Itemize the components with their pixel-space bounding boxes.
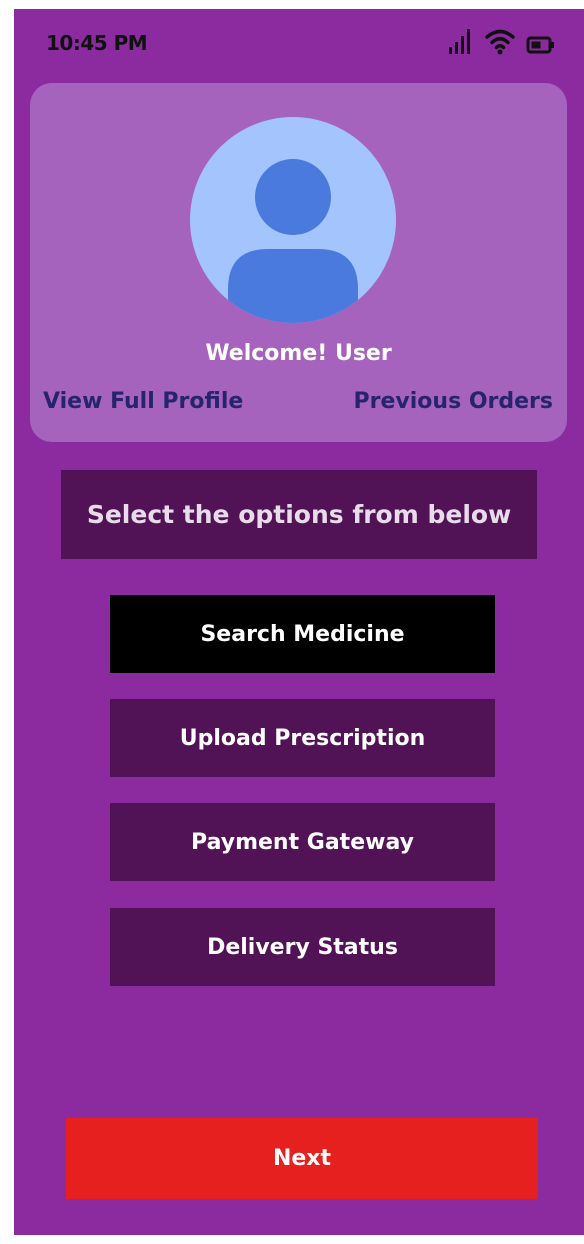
- previous-orders-link[interactable]: Previous Orders: [354, 389, 553, 414]
- status-bar: 10:45 PM: [14, 9, 584, 79]
- delivery-status-button[interactable]: Delivery Status: [110, 908, 495, 986]
- view-full-profile-link[interactable]: View Full Profile: [43, 389, 243, 414]
- upload-prescription-button[interactable]: Upload Prescription: [110, 699, 495, 777]
- app-screen: 10:45 PM Welcome! User View Full Profile…: [14, 9, 584, 1235]
- profile-card: Welcome! User View Full Profile Previous…: [30, 83, 567, 442]
- next-button[interactable]: Next: [66, 1118, 538, 1199]
- search-medicine-button[interactable]: Search Medicine: [110, 595, 495, 673]
- status-icons: [448, 27, 556, 55]
- instruction-banner: Select the options from below: [61, 470, 537, 559]
- status-time: 10:45 PM: [46, 31, 148, 55]
- signal-icon: [449, 29, 470, 54]
- user-avatar-icon: [190, 117, 396, 323]
- payment-gateway-button[interactable]: Payment Gateway: [110, 803, 495, 881]
- battery-icon: [526, 36, 554, 54]
- welcome-text: Welcome! User: [205, 341, 392, 366]
- wifi-icon: [485, 29, 515, 55]
